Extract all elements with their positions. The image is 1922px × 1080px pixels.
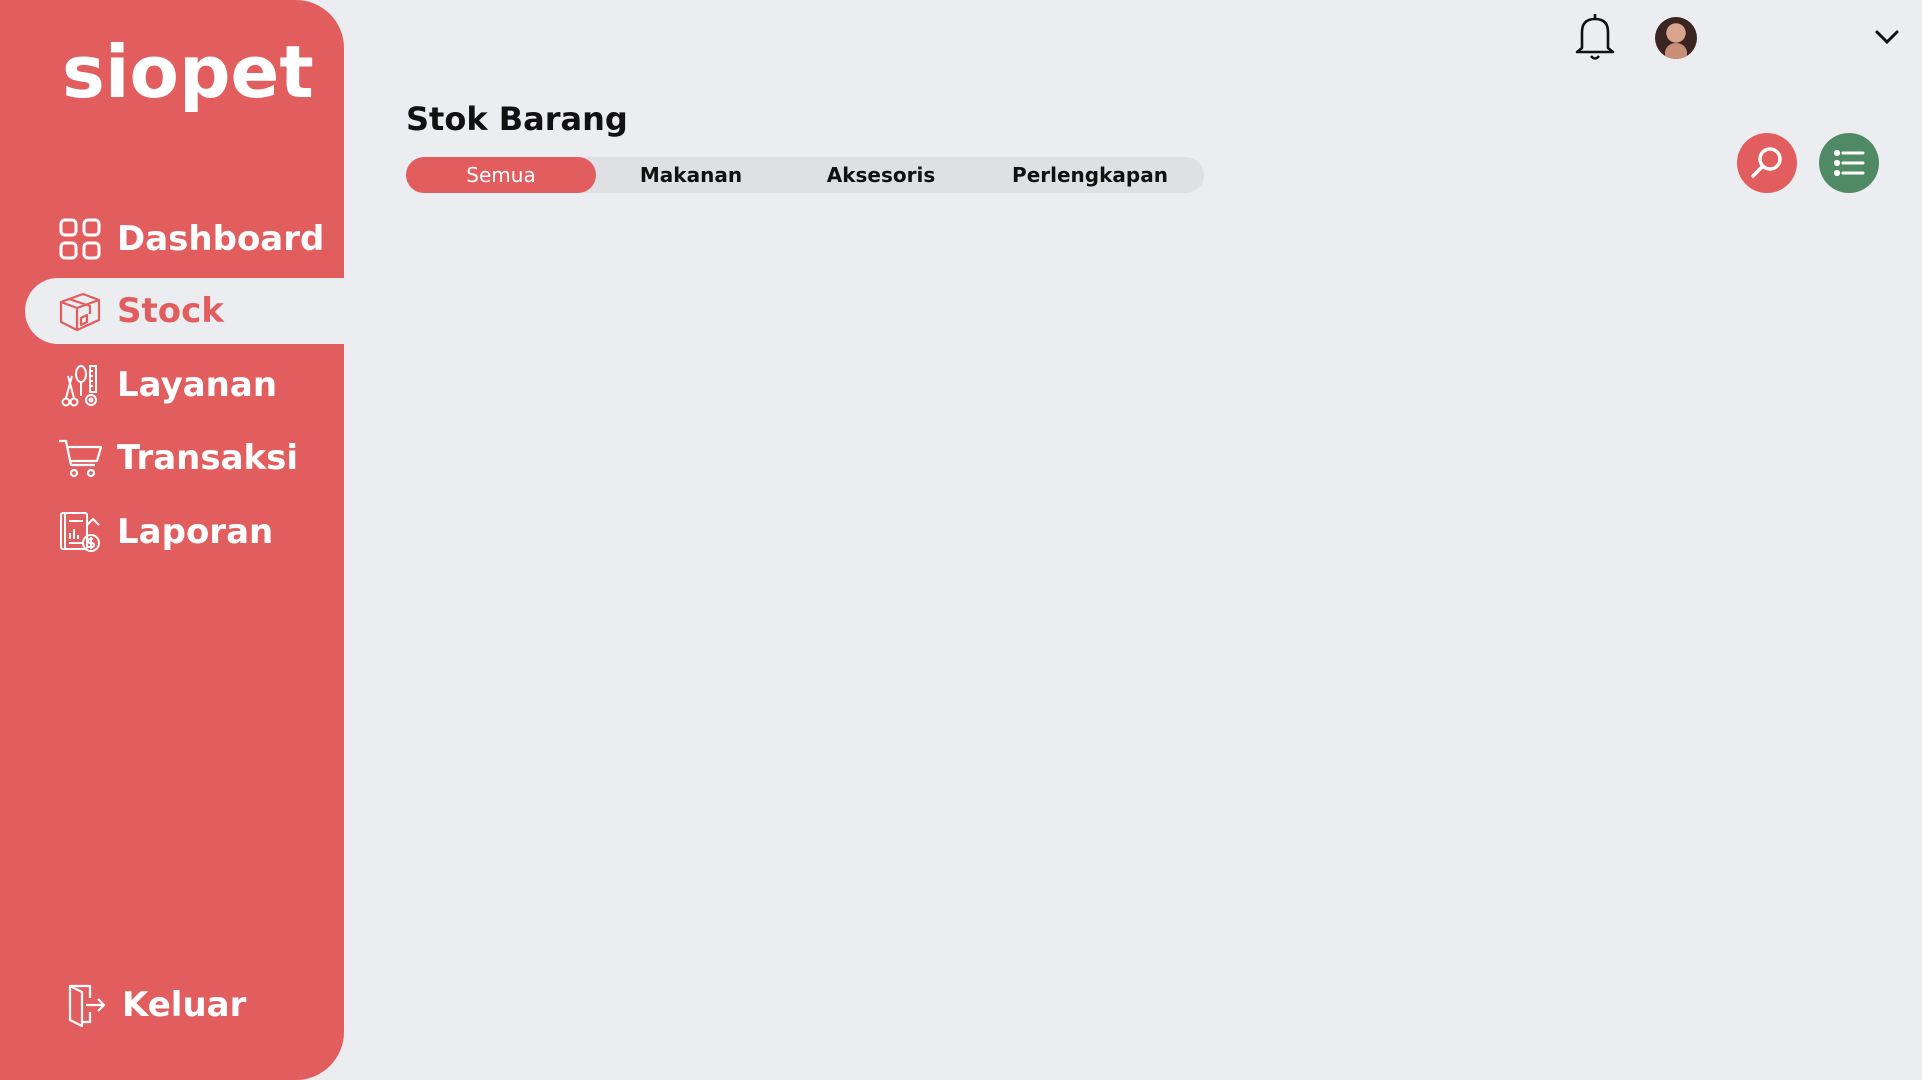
sidebar-item-transaksi[interactable]: Transaksi xyxy=(25,425,344,491)
sidebar-item-laporan[interactable]: Laporan xyxy=(25,499,344,565)
sidebar-item-dashboard[interactable]: Dashboard xyxy=(25,206,344,272)
search-icon xyxy=(1751,147,1782,178)
bell-icon[interactable] xyxy=(1570,10,1620,62)
sidebar-item-label: Keluar xyxy=(122,985,247,1025)
sidebar-item-stock[interactable]: Stock xyxy=(25,278,344,344)
exit-door-icon xyxy=(60,980,110,1030)
sidebar-item-label: Layanan xyxy=(117,365,278,405)
search-button[interactable] xyxy=(1737,133,1797,193)
sidebar-item-label: Dashboard xyxy=(117,219,325,259)
tab-perlengkapan[interactable]: Perlengkapan xyxy=(976,157,1204,193)
list-icon xyxy=(1833,149,1865,177)
grid-icon xyxy=(55,214,105,264)
logout-button[interactable]: Keluar xyxy=(25,972,344,1038)
cart-icon xyxy=(55,433,105,483)
box-icon xyxy=(55,286,105,336)
avatar[interactable] xyxy=(1655,17,1697,59)
category-tabs: Semua Makanan Aksesoris Perlengkapan xyxy=(406,157,1204,193)
app-logo: siopet xyxy=(62,30,314,114)
report-icon xyxy=(55,507,105,557)
app-root: siopet Dashboard Stock Layanan Transaksi… xyxy=(0,0,1922,1080)
sidebar-item-label: Transaksi xyxy=(117,438,299,478)
tab-aksesoris[interactable]: Aksesoris xyxy=(786,157,976,193)
sidebar: siopet Dashboard Stock Layanan Transaksi… xyxy=(0,0,344,1080)
page-title: Stok Barang xyxy=(406,100,628,138)
list-view-button[interactable] xyxy=(1819,133,1879,193)
grooming-tools-icon xyxy=(55,360,105,410)
sidebar-item-layanan[interactable]: Layanan xyxy=(25,352,344,418)
sidebar-item-label: Laporan xyxy=(117,512,274,552)
tab-semua[interactable]: Semua xyxy=(406,157,596,193)
chevron-down-icon[interactable] xyxy=(1874,27,1900,47)
tab-makanan[interactable]: Makanan xyxy=(596,157,786,193)
sidebar-item-label: Stock xyxy=(117,291,224,331)
